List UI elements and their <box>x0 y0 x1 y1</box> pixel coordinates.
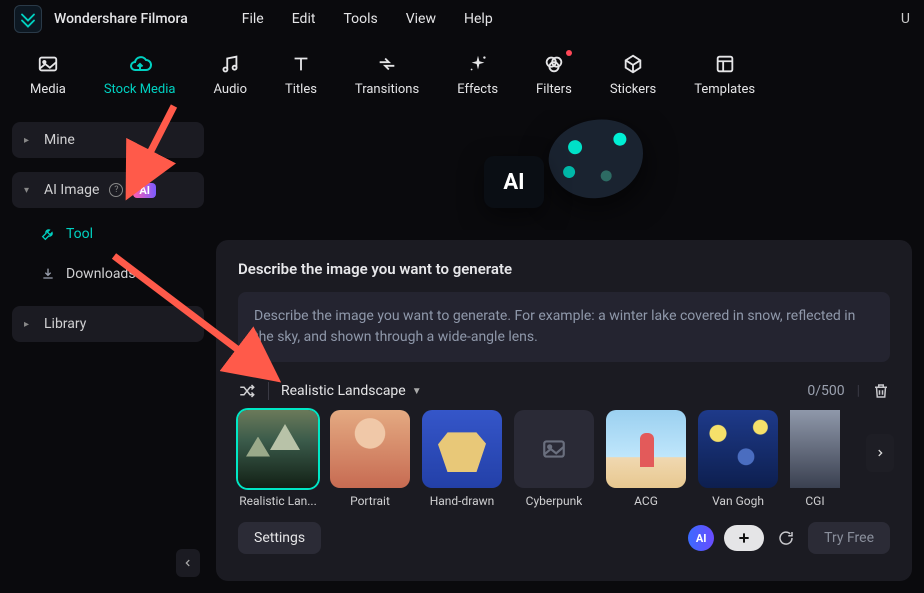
thumbnail-image <box>698 410 778 488</box>
tab-audio[interactable]: Audio <box>214 52 247 97</box>
tab-effects[interactable]: Effects <box>457 52 498 97</box>
tab-filters-label: Filters <box>536 82 572 97</box>
sidebar-item-label: Tool <box>66 226 93 242</box>
char-counter: 0/500 <box>807 383 844 399</box>
thumbnail-image <box>514 410 594 488</box>
style-realistic-landscape[interactable]: Realistic Lan... <box>238 410 318 508</box>
sidebar-item-tool[interactable]: Tool <box>12 216 204 252</box>
ai-badge: AI <box>133 183 156 198</box>
thumbnail-label: Portrait <box>350 494 390 508</box>
thumbnail-label: Realistic Lan... <box>239 494 317 508</box>
menu-right[interactable]: U <box>901 11 910 27</box>
refresh-button[interactable] <box>774 526 798 550</box>
plus-button[interactable] <box>724 525 764 551</box>
cloud-icon <box>128 52 152 76</box>
text-icon <box>289 52 313 76</box>
style-dropdown[interactable]: Realistic Landscape ▼ <box>281 383 422 399</box>
thumbnail-image <box>606 410 686 488</box>
tab-templates-label: Templates <box>694 82 755 97</box>
style-hand-drawn[interactable]: Hand-drawn <box>422 410 502 508</box>
style-cgi[interactable]: CGI <box>790 410 840 508</box>
tab-transitions[interactable]: Transitions <box>355 52 419 97</box>
media-icon <box>36 52 60 76</box>
prompt-input[interactable]: Describe the image you want to generate.… <box>238 292 890 362</box>
thumbnail-image <box>790 410 840 488</box>
toolbar: Media Stock Media Audio Titles Transitio… <box>0 38 924 110</box>
sidebar-item-downloads[interactable]: Downloads <box>12 256 204 292</box>
sidebar-item-mine[interactable]: ▸ Mine <box>12 122 204 158</box>
try-free-button[interactable]: Try Free <box>808 522 890 554</box>
settings-button[interactable]: Settings <box>238 522 321 554</box>
thumbnail-image <box>330 410 410 488</box>
chevron-right-icon: ▸ <box>24 135 34 146</box>
style-portrait[interactable]: Portrait <box>330 410 410 508</box>
palette-icon <box>542 111 651 207</box>
templates-icon <box>713 52 737 76</box>
style-van-gogh[interactable]: Van Gogh <box>698 410 778 508</box>
thumbnail-label: Van Gogh <box>712 494 764 508</box>
tab-media[interactable]: Media <box>30 52 66 97</box>
trash-icon[interactable] <box>872 382 890 400</box>
style-thumbnails: Realistic Lan... Portrait Hand-drawn Cyb… <box>238 410 890 508</box>
caret-down-icon: ▼ <box>412 386 422 397</box>
tab-media-label: Media <box>30 82 66 97</box>
tab-stock-media[interactable]: Stock Media <box>104 52 176 97</box>
tab-effects-label: Effects <box>457 82 498 97</box>
tab-titles[interactable]: Titles <box>285 52 317 97</box>
style-cyberpunk[interactable]: Cyberpunk <box>514 410 594 508</box>
sidebar: ▸ Mine ▾ AI Image ? AI Tool Downloads ▸ … <box>0 110 216 593</box>
menu-bar: Wondershare Filmora File Edit Tools View… <box>0 0 924 38</box>
sidebar-item-label: Mine <box>44 132 75 148</box>
wrench-icon <box>40 226 56 242</box>
help-icon[interactable]: ? <box>109 183 123 197</box>
tab-stock-media-label: Stock Media <box>104 82 176 97</box>
tab-titles-label: Titles <box>285 82 317 97</box>
app-name: Wondershare Filmora <box>54 11 188 27</box>
tab-stickers-label: Stickers <box>610 82 656 97</box>
menu-help[interactable]: Help <box>456 7 501 31</box>
ai-chip-icon[interactable]: AI <box>688 525 714 551</box>
tab-filters[interactable]: Filters <box>536 52 572 97</box>
thumbnail-label: CGI <box>805 494 824 508</box>
menu-edit[interactable]: Edit <box>284 7 324 31</box>
panel-title: Describe the image you want to generate <box>238 260 890 278</box>
ai-image-panel: Describe the image you want to generate … <box>216 240 912 581</box>
sparkle-icon <box>466 52 490 76</box>
ai-card-icon: AI <box>484 156 544 208</box>
thumbnail-label: Hand-drawn <box>430 494 495 508</box>
tab-stickers[interactable]: Stickers <box>610 52 656 97</box>
tab-audio-label: Audio <box>214 82 247 97</box>
filters-icon <box>542 52 566 76</box>
music-icon <box>218 52 242 76</box>
thumbnail-image <box>422 410 502 488</box>
menu-file[interactable]: File <box>234 7 272 31</box>
style-acg[interactable]: ACG <box>606 410 686 508</box>
divider <box>268 382 269 400</box>
transitions-icon <box>375 52 399 76</box>
menu-tools[interactable]: Tools <box>335 7 385 31</box>
thumbnails-next-button[interactable] <box>866 434 894 472</box>
sidebar-item-label: AI Image <box>44 182 99 198</box>
thumbnail-label: ACG <box>634 494 658 508</box>
tab-templates[interactable]: Templates <box>694 52 755 97</box>
tab-transitions-label: Transitions <box>355 82 419 97</box>
sidebar-item-label: Library <box>44 316 86 332</box>
sidebar-collapse-button[interactable] <box>176 549 200 577</box>
sidebar-item-library[interactable]: ▸ Library <box>12 306 204 342</box>
thumbnail-image <box>238 410 318 488</box>
app-logo-icon <box>14 5 42 33</box>
style-selected-label: Realistic Landscape <box>281 383 406 399</box>
badge-dot-icon <box>566 50 572 56</box>
thumbnail-label: Cyberpunk <box>526 494 583 508</box>
sidebar-item-label: Downloads <box>66 266 136 282</box>
chevron-down-icon: ▾ <box>24 185 34 196</box>
sidebar-item-ai-image[interactable]: ▾ AI Image ? AI <box>12 172 204 208</box>
stickers-icon <box>621 52 645 76</box>
download-icon <box>40 266 56 282</box>
menu-view[interactable]: View <box>398 7 444 31</box>
chevron-right-icon: ▸ <box>24 319 34 330</box>
shuffle-icon[interactable] <box>238 382 256 400</box>
hero-graphic: AI <box>216 110 912 230</box>
